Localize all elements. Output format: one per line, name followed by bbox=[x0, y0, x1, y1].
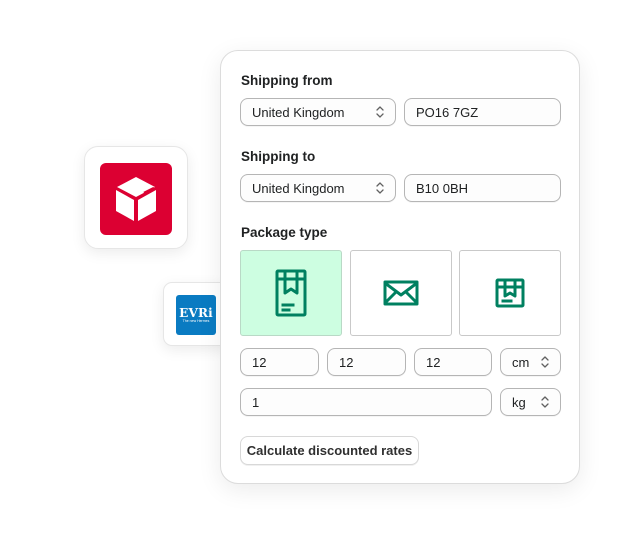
weight-input[interactable]: 1 bbox=[240, 388, 492, 416]
dpd-cube-icon bbox=[116, 177, 156, 221]
evri-logo: EVRi The new Hermes bbox=[176, 295, 216, 335]
chevron-up-down-icon bbox=[376, 106, 384, 118]
shipping-to-postcode-input[interactable]: B10 0BH bbox=[404, 174, 561, 202]
chevron-up-down-icon bbox=[541, 356, 549, 368]
dpd-logo-card bbox=[84, 146, 188, 249]
length-value: 12 bbox=[252, 354, 267, 370]
dimension-unit-value: cm bbox=[512, 354, 530, 370]
shipping-from-label: Shipping from bbox=[241, 73, 333, 88]
package-option-box[interactable] bbox=[240, 250, 342, 336]
weight-unit-value: kg bbox=[512, 394, 526, 410]
evri-wordmark: EVRi bbox=[179, 305, 213, 320]
shipping-from-postcode-value: PO16 7GZ bbox=[416, 104, 479, 120]
evri-tagline: The new Hermes bbox=[182, 318, 210, 323]
calculate-rates-button[interactable]: Calculate discounted rates bbox=[240, 436, 419, 465]
width-value: 12 bbox=[339, 354, 354, 370]
package-option-parcel[interactable] bbox=[459, 250, 561, 336]
chevron-up-down-icon bbox=[541, 396, 549, 408]
shipping-to-country-select[interactable]: United Kingdom bbox=[240, 174, 396, 202]
shipping-to-country-value: United Kingdom bbox=[252, 180, 345, 196]
length-input[interactable]: 12 bbox=[240, 348, 319, 376]
tall-box-icon bbox=[275, 269, 307, 317]
shipping-to-postcode-value: B10 0BH bbox=[416, 180, 469, 196]
shipping-to-label: Shipping to bbox=[241, 149, 316, 164]
shipping-rate-panel: Shipping from United Kingdom PO16 7GZ Sh… bbox=[220, 50, 580, 484]
dimension-unit-select[interactable]: cm bbox=[500, 348, 561, 376]
shipping-from-postcode-input[interactable]: PO16 7GZ bbox=[404, 98, 561, 126]
shipping-from-country-select[interactable]: United Kingdom bbox=[240, 98, 396, 126]
parcel-box-icon bbox=[495, 278, 525, 308]
height-input[interactable]: 12 bbox=[414, 348, 492, 376]
height-value: 12 bbox=[426, 354, 441, 370]
width-input[interactable]: 12 bbox=[327, 348, 406, 376]
envelope-icon bbox=[383, 280, 419, 306]
package-option-envelope[interactable] bbox=[350, 250, 452, 336]
chevron-up-down-icon bbox=[376, 182, 384, 194]
weight-unit-select[interactable]: kg bbox=[500, 388, 561, 416]
package-type-label: Package type bbox=[241, 225, 328, 240]
dpd-logo bbox=[100, 163, 172, 235]
shipping-from-country-value: United Kingdom bbox=[252, 104, 345, 120]
weight-value: 1 bbox=[252, 394, 260, 410]
